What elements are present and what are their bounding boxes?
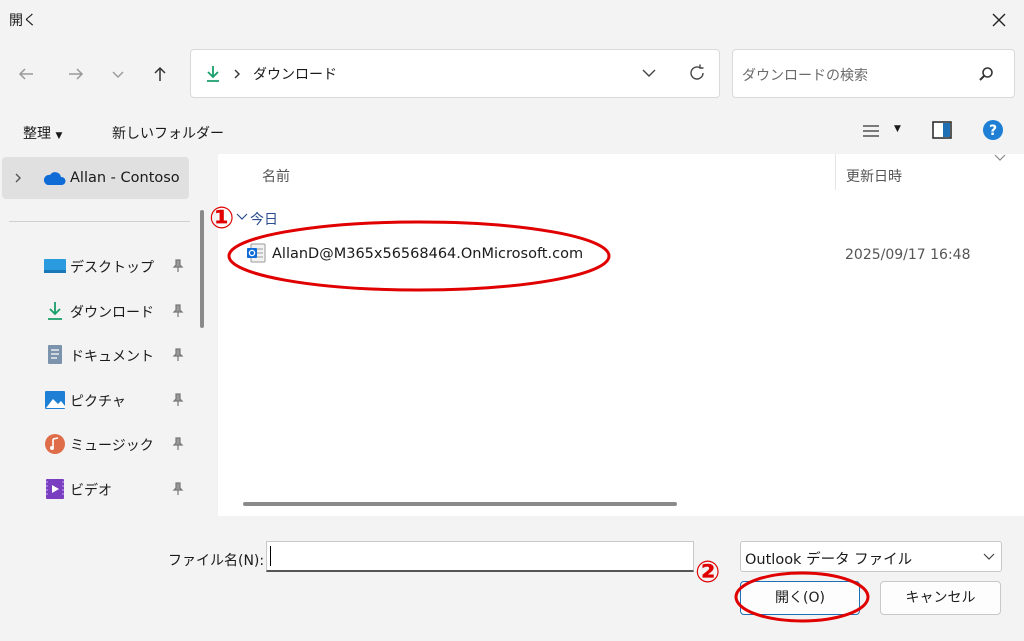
horizontal-scrollbar[interactable] bbox=[243, 502, 677, 506]
file-date: 2025/09/17 16:48 bbox=[845, 247, 971, 263]
new-folder-button[interactable]: 新しいフォルダー bbox=[112, 123, 224, 143]
file-name: AllanD@M365x56568464.OnMicrosoft.com bbox=[272, 246, 584, 262]
text-caret bbox=[270, 546, 271, 566]
up-button[interactable] bbox=[145, 59, 175, 89]
arrow-left-icon bbox=[18, 68, 33, 80]
download-icon bbox=[207, 66, 219, 82]
cancel-button[interactable]: キャンセル bbox=[880, 581, 1001, 615]
chevron-down-icon[interactable] bbox=[236, 212, 248, 222]
caret-down-icon: ▼ bbox=[55, 131, 63, 141]
refresh-icon[interactable] bbox=[687, 63, 707, 83]
sidebar-item-label: ビデオ bbox=[70, 483, 112, 499]
sidebar-item-label: ミュージック bbox=[70, 438, 154, 454]
organize-label: 整理 bbox=[23, 126, 51, 142]
chevron-down-icon[interactable] bbox=[994, 154, 1006, 162]
sidebar-item-downloads[interactable]: ダウンロード bbox=[0, 291, 195, 331]
sidebar-item-pictures[interactable]: ピクチャ bbox=[0, 380, 195, 420]
column-header-date[interactable]: 更新日時 bbox=[846, 166, 902, 186]
arrow-up-icon bbox=[154, 66, 166, 81]
search-box[interactable]: ダウンロードの検索 bbox=[732, 49, 1015, 98]
sidebar-item-videos[interactable]: ビデオ bbox=[0, 469, 195, 509]
pin-icon[interactable] bbox=[171, 304, 185, 318]
chevron-down-icon bbox=[983, 553, 995, 560]
help-icon[interactable]: ? bbox=[982, 119, 1004, 141]
sidebar-item-desktop[interactable]: デスクトップ bbox=[0, 246, 195, 286]
sidebar-item-music[interactable]: ミュージック bbox=[0, 424, 195, 464]
close-button[interactable] bbox=[982, 4, 1016, 36]
address-bar[interactable]: ダウンロード bbox=[190, 49, 720, 98]
view-list-icon[interactable] bbox=[862, 123, 880, 139]
chevron-right-icon[interactable] bbox=[14, 173, 22, 183]
svg-text:?: ? bbox=[989, 123, 997, 139]
chevron-down-icon bbox=[112, 71, 124, 78]
sidebar-item-label: デスクトップ bbox=[70, 260, 154, 276]
organize-button[interactable]: 整理 ▼ bbox=[23, 123, 62, 143]
pin-icon[interactable] bbox=[171, 393, 185, 407]
recent-locations-button[interactable] bbox=[103, 59, 133, 89]
pin-icon[interactable] bbox=[171, 437, 185, 451]
view-options-caret-icon[interactable]: ▼ bbox=[894, 124, 901, 134]
pin-icon[interactable] bbox=[171, 482, 185, 496]
divider bbox=[9, 221, 190, 222]
preview-pane-icon[interactable] bbox=[932, 121, 952, 139]
chevron-down-icon[interactable] bbox=[641, 67, 657, 79]
title-bar: 開く bbox=[0, 0, 1024, 40]
filename-label: ファイル名(N): bbox=[168, 553, 265, 569]
pin-icon[interactable] bbox=[171, 259, 185, 273]
file-row[interactable]: AllanD@M365x56568464.OnMicrosoft.com 202… bbox=[242, 236, 1012, 266]
sidebar-item-documents[interactable]: ドキュメント bbox=[0, 335, 195, 375]
filetype-value: Outlook データ ファイル bbox=[745, 552, 913, 568]
sidebar-item-label: Allan - Contoso bbox=[70, 170, 180, 186]
filename-input[interactable] bbox=[266, 541, 694, 572]
document-icon bbox=[48, 345, 62, 364]
group-header-today[interactable]: 今日 bbox=[250, 209, 278, 229]
sidebar-item-label: ドキュメント bbox=[70, 349, 154, 365]
back-button[interactable] bbox=[11, 59, 41, 89]
column-header-name[interactable]: 名前 bbox=[262, 166, 290, 186]
open-button[interactable]: 開く(O) bbox=[740, 581, 860, 615]
sidebar-item-onedrive[interactable]: Allan - Contoso bbox=[2, 157, 189, 199]
desktop-icon bbox=[44, 259, 66, 273]
forward-button[interactable] bbox=[61, 59, 91, 89]
download-icon bbox=[48, 302, 62, 320]
search-icon bbox=[979, 67, 993, 81]
column-separator[interactable] bbox=[835, 154, 836, 190]
navigation-pane: Allan - Contoso デスクトップ ダウンロード ドキュメント ピクチ… bbox=[0, 154, 200, 516]
file-list: 名前 更新日時 今日 AllanD@M365x56568464.OnMicros… bbox=[218, 154, 1024, 516]
dialog-footer: ファイル名(N): Outlook データ ファイル 開く(O) キャンセル bbox=[0, 516, 1024, 641]
address-text: ダウンロード bbox=[253, 67, 337, 83]
window-title: 開く bbox=[9, 13, 37, 29]
pin-icon[interactable] bbox=[171, 348, 185, 362]
navigation-scrollbar[interactable] bbox=[200, 210, 204, 328]
pictures-icon bbox=[45, 391, 65, 409]
chevron-right-icon bbox=[234, 69, 240, 79]
command-bar: 整理 ▼ 新しいフォルダー ▼ ? bbox=[0, 108, 1024, 154]
filetype-select[interactable]: Outlook データ ファイル bbox=[740, 541, 1002, 572]
music-icon bbox=[45, 434, 65, 454]
outlook-data-file-icon bbox=[247, 243, 266, 263]
sidebar-item-label: ダウンロード bbox=[70, 305, 154, 321]
close-icon bbox=[992, 13, 1006, 27]
arrow-right-icon bbox=[69, 68, 84, 80]
search-input[interactable]: ダウンロードの検索 bbox=[742, 65, 868, 85]
sidebar-item-label: ピクチャ bbox=[70, 394, 126, 410]
onedrive-cloud-icon bbox=[43, 172, 66, 185]
video-icon bbox=[46, 479, 64, 499]
